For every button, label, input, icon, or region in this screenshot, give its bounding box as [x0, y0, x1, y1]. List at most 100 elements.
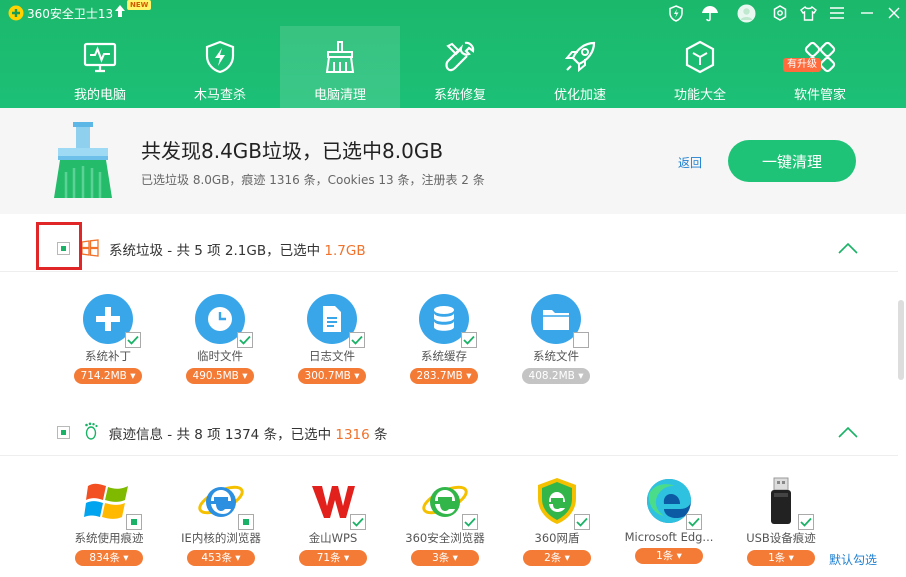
app-window: 360安全卫士13 NEW 我的电脑 木马查杀 电脑清理 系统修复 优化加速 功… — [0, 0, 906, 577]
folder-icon — [543, 310, 569, 330]
upgrade-arrow-icon[interactable] — [114, 4, 126, 18]
highlight-box — [36, 222, 82, 270]
nav-system-repair[interactable]: 系统修复 — [400, 26, 520, 108]
footprint-icon — [85, 422, 98, 440]
app-logo-icon — [8, 5, 24, 21]
size-dropdown[interactable]: 714.2MB ▾ — [74, 368, 142, 384]
chevron-up-icon[interactable] — [838, 242, 858, 254]
settings-icon[interactable] — [770, 3, 790, 23]
back-link[interactable]: 返回 — [678, 154, 702, 171]
item-microsoft-edge[interactable]: Microsoft Edg... 1条 ▾ — [619, 476, 719, 564]
item-label: 系统补丁 — [85, 349, 131, 363]
item-system-cache[interactable]: 系统缓存 283.7MB ▾ — [394, 294, 494, 384]
nav-trojan-scan[interactable]: 木马查杀 — [160, 26, 280, 108]
item-360-web-shield[interactable]: 360网盾 2条 ▾ — [507, 476, 607, 566]
nav-label: 电脑清理 — [313, 88, 366, 103]
item-label: Microsoft Edg... — [624, 530, 714, 544]
item-checkbox[interactable] — [461, 332, 477, 348]
nav-label: 系统修复 — [433, 88, 486, 103]
app-title: 360安全卫士13 — [27, 7, 114, 21]
item-system-patch[interactable]: 系统补丁 714.2MB ▾ — [58, 294, 158, 384]
new-badge: NEW — [127, 0, 152, 10]
system-junk-section-header: 系统垃圾 - 共 5 项 2.1GB，已选中 1.7GB — [0, 224, 898, 272]
item-checkbox[interactable] — [798, 514, 814, 530]
monitor-icon — [83, 42, 117, 73]
size-dropdown[interactable]: 300.7MB ▾ — [298, 368, 366, 384]
puzzle-icon — [96, 307, 120, 331]
item-log-files[interactable]: 日志文件 300.7MB ▾ — [282, 294, 382, 384]
minimize-icon[interactable] — [857, 3, 877, 23]
clock-icon — [208, 307, 232, 331]
size-dropdown[interactable]: 408.2MB ▾ — [522, 368, 590, 384]
nav-label: 优化加速 — [553, 88, 606, 103]
traces-title: 痕迹信息 - 共 8 项 1374 条，已选中 1316 条 — [109, 427, 388, 443]
item-label: 系统使用痕迹 — [74, 531, 144, 545]
nav-label: 木马查杀 — [193, 88, 246, 103]
wrench-icon — [445, 41, 475, 72]
item-label: 360安全浏览器 — [405, 531, 485, 545]
item-360-browser[interactable]: 360安全浏览器 3条 ▾ — [395, 476, 495, 566]
item-checkbox[interactable] — [686, 514, 702, 530]
item-checkbox[interactable] — [237, 332, 253, 348]
nav-label: 功能大全 — [673, 88, 726, 103]
system-junk-selected: 1.7GB — [324, 243, 366, 259]
traces-section-header: 痕迹信息 - 共 8 项 1374 条，已选中 1316 条 — [0, 408, 898, 456]
item-checkbox[interactable] — [238, 514, 254, 530]
protection-icon[interactable] — [666, 3, 686, 23]
item-checkbox[interactable] — [462, 514, 478, 530]
count-dropdown[interactable]: 71条 ▾ — [299, 550, 367, 566]
count-dropdown[interactable]: 1条 ▾ — [635, 548, 703, 564]
item-temp-files[interactable]: 临时文件 490.5MB ▾ — [170, 294, 270, 384]
nav-optimize[interactable]: 优化加速 — [520, 26, 640, 108]
item-label: USB设备痕迹 — [746, 531, 816, 545]
close-icon[interactable] — [884, 3, 904, 23]
database-icon — [434, 306, 454, 331]
summary-detail: 已选垃圾 8.0GB，痕迹 1316 条，Cookies 13 条，注册表 2 … — [141, 173, 485, 187]
scan-summary: 共发现8.4GB垃圾，已选中8.0GB 已选垃圾 8.0GB，痕迹 1316 条… — [0, 108, 906, 214]
nav-feature-center[interactable]: 功能大全 — [640, 26, 760, 108]
chevron-up-icon[interactable] — [838, 426, 858, 438]
skin-shirt-icon[interactable] — [798, 3, 818, 23]
traces-checkbox[interactable] — [57, 426, 70, 439]
count-dropdown[interactable]: 834条 ▾ — [75, 550, 143, 566]
count-dropdown[interactable]: 3条 ▾ — [411, 550, 479, 566]
scrollbar[interactable] — [898, 300, 904, 380]
item-label: 临时文件 — [197, 349, 243, 363]
item-label: 金山WPS — [308, 531, 358, 545]
nav-label: 软件管家 — [793, 88, 846, 103]
item-label: 系统文件 — [533, 349, 579, 363]
summary-title: 共发现8.4GB垃圾，已选中8.0GB — [141, 139, 444, 163]
broom-illustration-icon — [54, 122, 112, 198]
item-checkbox[interactable] — [125, 332, 141, 348]
item-checkbox[interactable] — [574, 514, 590, 530]
item-label: 360网盾 — [534, 531, 580, 545]
item-ie-browser[interactable]: IE内核的浏览器 453条 ▾ — [171, 476, 271, 566]
user-avatar-icon[interactable] — [736, 3, 756, 23]
upgrade-badge: 有升级 — [783, 58, 821, 72]
default-select-link[interactable]: 默认勾选 — [829, 551, 877, 568]
one-click-clean-button[interactable]: 一键清理 — [728, 140, 856, 182]
item-system-files[interactable]: 系统文件 408.2MB ▾ — [506, 294, 606, 384]
size-dropdown[interactable]: 283.7MB ▾ — [410, 368, 478, 384]
count-dropdown[interactable]: 453条 ▾ — [187, 550, 255, 566]
item-checkbox[interactable] — [350, 514, 366, 530]
nav-label: 我的电脑 — [73, 88, 126, 103]
main-nav: 我的电脑 木马查杀 电脑清理 系统修复 优化加速 功能大全 软件管家 — [40, 26, 906, 108]
item-checkbox[interactable] — [126, 514, 142, 530]
item-label: 日志文件 — [309, 349, 355, 363]
item-label: 系统缓存 — [421, 349, 467, 363]
count-dropdown[interactable]: 1条 ▾ — [747, 550, 815, 566]
menu-icon[interactable] — [827, 3, 847, 23]
size-dropdown[interactable]: 490.5MB ▾ — [186, 368, 254, 384]
count-dropdown[interactable]: 2条 ▾ — [523, 550, 591, 566]
nav-my-computer[interactable]: 我的电脑 — [40, 26, 160, 108]
item-kingsoft-wps[interactable]: 金山WPS 71条 ▾ — [283, 476, 383, 566]
item-usb-traces[interactable]: USB设备痕迹 1条 ▾ — [731, 476, 831, 566]
windows-logo-icon — [81, 239, 99, 257]
shield-icon — [205, 40, 235, 74]
item-system-usage-traces[interactable]: 系统使用痕迹 834条 ▾ — [59, 476, 159, 566]
item-checkbox[interactable] — [573, 332, 589, 348]
nav-pc-cleanup[interactable]: 电脑清理 — [280, 26, 400, 108]
umbrella-icon[interactable] — [700, 3, 720, 23]
item-checkbox[interactable] — [349, 332, 365, 348]
